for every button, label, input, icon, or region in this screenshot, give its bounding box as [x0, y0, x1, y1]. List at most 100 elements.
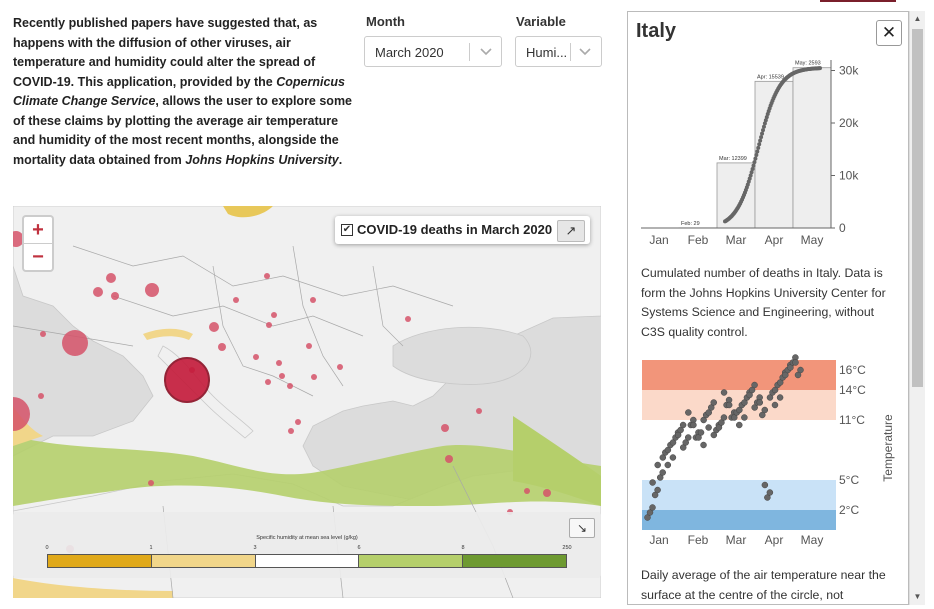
data-point	[766, 489, 774, 496]
month-box	[754, 80, 794, 229]
zoom-in-button[interactable]: +	[24, 217, 52, 244]
legend-swatch	[151, 555, 256, 567]
data-point	[752, 160, 757, 165]
data-point	[750, 166, 755, 171]
month-annotation: Feb: 29	[681, 221, 700, 227]
data-point	[818, 66, 822, 71]
legend-ticks: 0 1 3 6 8 250	[45, 545, 571, 553]
data-point	[649, 479, 656, 486]
layer-label[interactable]: COVID-19 deaths in March 2020	[357, 222, 552, 237]
legend-swatch	[255, 555, 360, 567]
layer-checkbox[interactable]: ✔	[341, 224, 353, 236]
data-point	[753, 156, 758, 161]
humidity-legend: ↘ Specific humidity at mean sea level (g…	[13, 512, 601, 578]
data-point	[761, 128, 765, 133]
y-tick-label: 20k	[839, 116, 859, 130]
data-point	[757, 142, 762, 147]
data-point	[720, 389, 728, 396]
month-select[interactable]: March 2020	[364, 36, 502, 67]
data-point	[705, 424, 712, 431]
data-point	[697, 429, 705, 436]
x-tick-label: Jan	[649, 533, 668, 547]
scroll-thumb[interactable]	[912, 29, 923, 387]
x-tick-label: Apr	[765, 533, 784, 547]
variable-select[interactable]: Humi...	[515, 36, 602, 67]
data-point	[771, 401, 779, 409]
map-view[interactable]: + − ✔ COVID-19 deaths in March 2020 ↗ ↘ …	[13, 206, 601, 598]
x-tick-label: May	[801, 233, 824, 247]
panel-scrollbar[interactable]: ▲ ▼	[909, 11, 925, 605]
legend-color-bar	[47, 554, 567, 568]
legend-tick: 250	[562, 545, 572, 551]
expand-icon[interactable]: ↗	[557, 220, 585, 242]
data-point	[756, 399, 764, 406]
data-point	[685, 409, 692, 416]
y-tick-label: 10k	[839, 169, 859, 183]
data-point	[741, 414, 748, 421]
data-point	[760, 131, 765, 136]
data-point	[664, 461, 672, 469]
legend-tick: 1	[149, 545, 153, 551]
month-value: March 2020	[375, 45, 444, 60]
month-box	[716, 162, 756, 229]
legend-swatch	[359, 555, 464, 567]
month-annotation: May: 2593	[795, 61, 821, 67]
variable-value: Humi...	[526, 45, 568, 60]
data-point	[654, 461, 661, 469]
month-label: Month	[366, 14, 405, 29]
layer-control: ✔ COVID-19 deaths in March 2020 ↗	[335, 216, 590, 244]
data-point	[761, 406, 769, 414]
data-point	[754, 153, 759, 158]
data-point	[649, 504, 656, 511]
data-point	[792, 359, 799, 366]
data-point	[720, 414, 728, 421]
scroll-down-icon[interactable]: ▼	[910, 589, 925, 605]
month-box	[792, 67, 832, 229]
data-point	[776, 394, 784, 401]
month-annotation: Apr: 15539	[757, 74, 784, 80]
data-point	[669, 454, 677, 461]
data-point	[690, 421, 697, 429]
data-point	[736, 421, 743, 429]
zoom-out-button[interactable]: −	[24, 244, 52, 270]
scroll-up-icon[interactable]: ▲	[910, 11, 925, 27]
x-tick-label: Mar	[726, 233, 747, 247]
cold-band	[642, 510, 836, 530]
y-tick-label: 16°C	[839, 363, 866, 377]
x-tick-label: Jan	[649, 233, 668, 247]
data-point	[684, 434, 692, 441]
hot-band	[642, 360, 836, 390]
top-accent-line	[820, 0, 896, 2]
x-tick-label: Feb	[688, 533, 709, 547]
data-point	[759, 135, 764, 140]
data-point	[755, 149, 760, 154]
legend-tick: 8	[461, 545, 465, 551]
variable-label: Variable	[516, 14, 566, 29]
legend-swatch	[48, 555, 152, 567]
data-point	[797, 366, 804, 374]
data-point	[725, 401, 733, 409]
legend-tick: 3	[253, 545, 257, 551]
legend-tick: 0	[45, 545, 49, 551]
legend-swatch	[463, 555, 566, 567]
intro-text: Recently published papers have suggested…	[13, 14, 358, 170]
temperature-chart: 16°C 14°C 11°C 5°C 2°C Temperature Jan Feb Mar Ap…	[642, 354, 895, 547]
deaths-chart: Feb: 29 Mar: 12399 Apr: 15539 May: 2593 30k 2…	[641, 60, 859, 247]
x-tick-label: Feb	[688, 233, 709, 247]
y-tick-label: 0	[839, 221, 846, 235]
jhu-name: Johns Hopkins University	[185, 152, 339, 167]
month-select-divider	[469, 43, 470, 61]
data-point	[751, 163, 756, 168]
data-point	[654, 486, 661, 494]
data-point	[679, 421, 687, 429]
chevron-down-icon	[480, 48, 492, 56]
zoom-control: + −	[22, 215, 54, 272]
data-point	[751, 381, 758, 389]
temperature-description: Daily average of the air temperature nea…	[641, 568, 886, 602]
data-point	[659, 469, 666, 476]
variable-select-divider	[570, 43, 571, 61]
y-tick-label: 14°C	[839, 383, 866, 397]
intro-part-1: Recently published papers have suggested…	[13, 16, 318, 89]
y-tick-label: 30k	[839, 64, 859, 78]
data-point	[761, 481, 769, 489]
